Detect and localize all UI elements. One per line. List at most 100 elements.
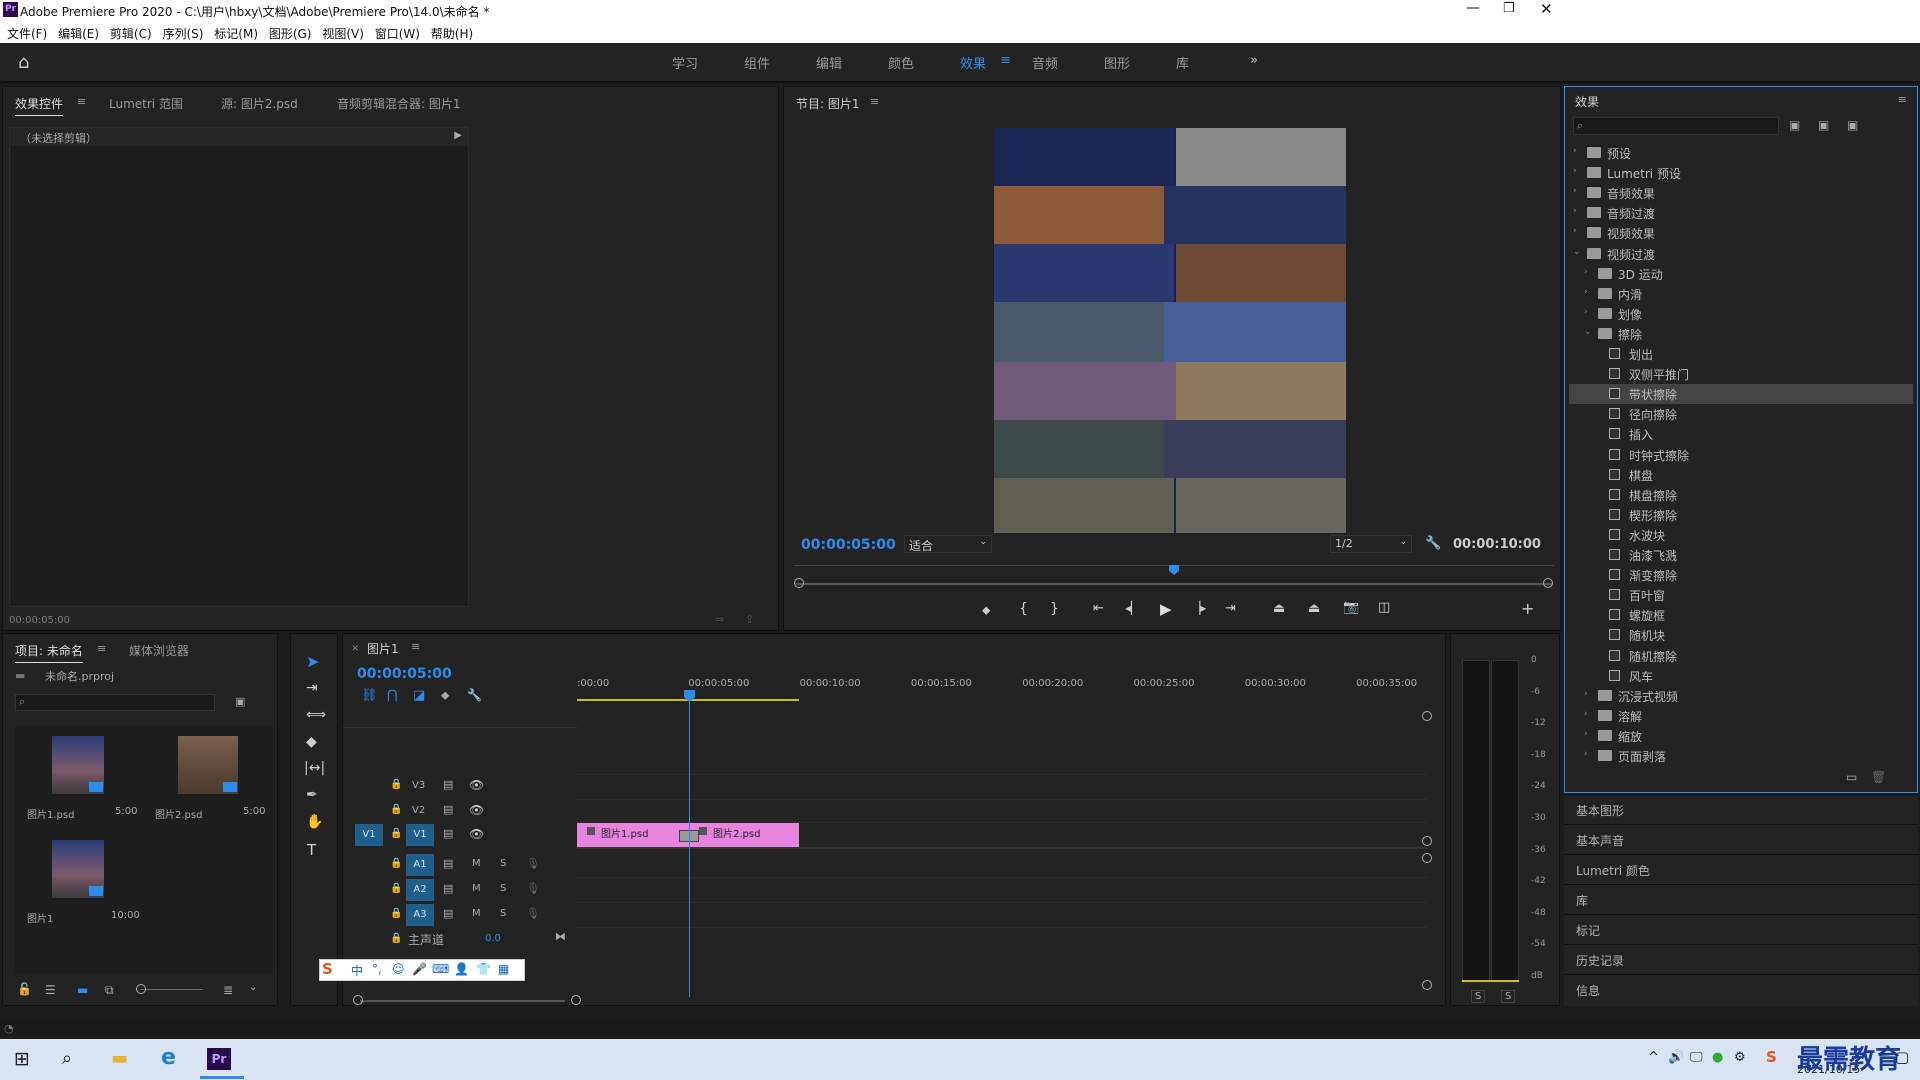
pen-tool-icon[interactable]: ✒ <box>306 787 318 803</box>
lock-icon[interactable]: 🔒 <box>390 858 402 869</box>
effects-tree-folder[interactable]: › 预设 <box>1569 143 1913 163</box>
side-panel-header[interactable]: Lumetri 颜色 <box>1564 854 1918 884</box>
workspace-assembly[interactable]: 组件 <box>744 53 770 72</box>
zoom-handle-left[interactable] <box>794 578 804 588</box>
go-to-in-icon[interactable]: ⇤ <box>1093 601 1104 616</box>
solo-button[interactable]: S <box>500 858 506 869</box>
comparison-view-icon[interactable]: ◫ <box>1378 600 1390 615</box>
workspace-menu-icon[interactable]: ≡ <box>1000 53 1011 68</box>
close-sequence-icon[interactable]: × <box>351 643 359 654</box>
timeline-menu-icon[interactable]: ≡ <box>411 640 420 653</box>
punctuation-icon[interactable]: °, <box>372 962 382 976</box>
effects-tree-folder[interactable]: › 溶解 <box>1569 706 1913 726</box>
effects-tree-folder[interactable]: › 缩放 <box>1569 726 1913 746</box>
keyboard-icon[interactable]: ⌨ <box>432 962 449 976</box>
microphone-icon[interactable]: 🎙 <box>526 857 540 870</box>
lock-icon[interactable]: 🔓 <box>17 982 32 996</box>
network-icon[interactable]: 🖵 <box>1690 1050 1703 1065</box>
tab-lumetri-scopes[interactable]: Lumetri 范围 <box>109 95 183 112</box>
effects-tree-item[interactable]: 棋盘 <box>1569 465 1913 485</box>
chevron-right-icon[interactable]: › <box>1584 749 1588 759</box>
filter-icon[interactable]: ⇒ <box>715 613 724 626</box>
time-ruler[interactable]: :00:00 00:00:05:00 00:00:10:00 00:00:15:00 0… <box>577 676 1429 706</box>
menu-help[interactable]: 帮助(H) <box>431 25 473 42</box>
timeline-timecode[interactable]: 00:00:05:00 <box>357 666 452 682</box>
premiere-taskbar-icon[interactable]: Pr <box>207 1048 231 1070</box>
track-name-a3[interactable]: A3 <box>406 904 434 926</box>
new-search-bin-icon[interactable]: ▣ <box>235 695 245 708</box>
chevron-right-icon[interactable]: › <box>1584 689 1588 699</box>
panel-menu-icon[interactable]: ≡ <box>77 95 86 108</box>
linked-selection-icon[interactable]: ◪ <box>413 688 425 703</box>
lock-icon[interactable]: 🔒 <box>390 933 402 944</box>
project-item[interactable]: 图片2.psd 5:00 <box>143 726 271 826</box>
side-panel-header[interactable]: 基本图形 <box>1564 794 1918 824</box>
solo-button[interactable]: S <box>500 883 506 894</box>
clip-image1[interactable]: 图片1.psd <box>577 823 689 847</box>
track-select-tool-icon[interactable]: ⇥ <box>306 680 318 696</box>
menu-sequence[interactable]: 序列(S) <box>162 25 203 42</box>
effects-tree-item[interactable]: 径向擦除 <box>1569 404 1913 424</box>
tab-audio-clip-mixer[interactable]: 音频剪辑混合器: 图片1 <box>337 95 461 112</box>
chevron-right-icon[interactable]: › <box>1584 267 1588 277</box>
expand-arrow-icon[interactable]: ▶ <box>454 130 462 141</box>
effects-tree-folder[interactable]: › 3D 运动 <box>1569 264 1913 284</box>
effects-tree-folder[interactable]: › 沉浸式视频 <box>1569 686 1913 706</box>
effects-tree-item[interactable]: 随机块 <box>1569 625 1913 645</box>
sync-lock-icon[interactable]: ▤ <box>443 857 453 870</box>
effects-tree-folder[interactable]: › Lumetri 预设 <box>1569 163 1913 183</box>
workspace-libraries[interactable]: 库 <box>1176 53 1189 72</box>
sync-lock-icon[interactable]: ▤ <box>443 827 453 840</box>
side-panel-header[interactable]: 标记 <box>1564 914 1918 944</box>
side-panel-header[interactable]: 信息 <box>1564 974 1918 1004</box>
user-icon[interactable]: 👤 <box>454 962 469 976</box>
effects-tree-folder[interactable]: › 内滑 <box>1569 284 1913 304</box>
extract-icon[interactable]: ⏏ <box>1308 601 1320 616</box>
accelerated-effects-icon[interactable]: ▣ <box>1789 118 1800 132</box>
toolbox-icon[interactable]: ▦ <box>498 962 509 976</box>
effects-tree-item[interactable]: 水波块 <box>1569 525 1913 545</box>
button-editor-icon[interactable]: + <box>1521 599 1534 618</box>
tab-effect-controls[interactable]: 效果控件 <box>15 95 64 116</box>
lock-icon[interactable]: 🔒 <box>390 828 402 839</box>
sequence-tab[interactable]: 图片1 <box>367 640 399 657</box>
more-workspaces-icon[interactable]: » <box>1250 53 1258 68</box>
selection-tool-icon[interactable]: ➤ <box>306 652 319 671</box>
edge-browser-icon[interactable]: e <box>161 1045 176 1070</box>
chevron-right-icon[interactable]: › <box>1573 166 1577 176</box>
zoom-handle-right[interactable] <box>1543 578 1553 588</box>
skin-icon[interactable]: 👕 <box>476 962 491 976</box>
chevron-right-icon[interactable]: › <box>1573 186 1577 196</box>
home-icon[interactable]: ⌂ <box>18 52 29 73</box>
yuv-effects-icon[interactable]: ▣ <box>1847 118 1858 132</box>
effects-tree-item[interactable]: 渐变擦除 <box>1569 565 1913 585</box>
maximize-icon[interactable]: ❐ <box>1503 1 1515 16</box>
eye-icon[interactable]: 👁 <box>469 803 484 817</box>
effects-tree-item[interactable]: 楔形擦除 <box>1569 505 1913 525</box>
project-search-input[interactable]: ⌕ <box>15 694 215 711</box>
h-scroll-handle-left[interactable] <box>353 995 363 1005</box>
effects-tree-item[interactable]: 螺旋框 <box>1569 605 1913 625</box>
tab-project[interactable]: 项目: 未命名 <box>15 642 83 663</box>
notification-icon[interactable]: ▢ <box>1895 1048 1909 1066</box>
side-panel-header[interactable]: 历史记录 <box>1564 944 1918 974</box>
microphone-icon[interactable]: 🎤 <box>412 962 427 976</box>
hand-tool-icon[interactable]: ✋ <box>306 814 323 830</box>
snap-icon[interactable]: ⋂ <box>387 688 398 703</box>
solo-button[interactable]: S <box>500 908 506 919</box>
h-scroll-handle-right[interactable] <box>571 995 581 1005</box>
mark-out-icon[interactable]: } <box>1050 601 1059 617</box>
add-marker-icon[interactable]: ⬥ <box>982 603 990 618</box>
menu-window[interactable]: 窗口(W) <box>375 25 420 42</box>
close-icon[interactable]: ✕ <box>1540 0 1553 18</box>
mute-button[interactable]: M <box>472 908 481 919</box>
timeline-settings-icon[interactable]: 🔧 <box>467 688 482 702</box>
effects-tree-item[interactable]: 时钟式擦除 <box>1569 445 1913 465</box>
effects-tree-folder[interactable]: › 划像 <box>1569 304 1913 324</box>
menu-view[interactable]: 视图(V) <box>322 25 364 42</box>
source-patch-v1[interactable]: V1 <box>355 824 383 846</box>
lift-icon[interactable]: ⏏ <box>1273 601 1285 616</box>
chevron-down-icon[interactable]: ⌄ <box>1584 327 1592 337</box>
freeform-view-icon[interactable]: ⧉ <box>105 983 114 998</box>
mark-in-icon[interactable]: { <box>1019 601 1028 617</box>
